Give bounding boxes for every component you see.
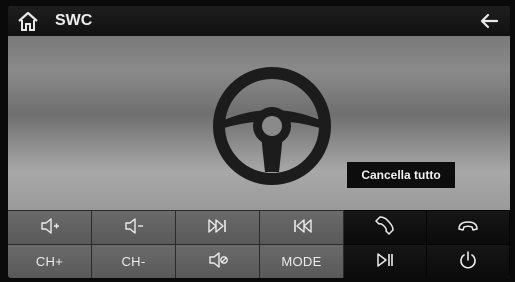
home-icon[interactable] [16, 10, 40, 32]
mode-label: MODE [281, 254, 322, 269]
channel-down-key[interactable]: CH- [92, 244, 176, 278]
main-area: Cancella tutto [8, 36, 510, 210]
phone-hangup-icon [457, 216, 479, 239]
power-icon [457, 250, 479, 273]
clear-all-button[interactable]: Cancella tutto [347, 162, 455, 188]
mute-key[interactable] [176, 244, 260, 278]
page-title: SWC [55, 12, 93, 29]
mute-icon [207, 250, 229, 273]
power-key[interactable] [427, 244, 510, 278]
volume-up-icon [39, 216, 61, 239]
volume-down-icon [123, 216, 145, 239]
channel-up-label: CH+ [35, 254, 64, 269]
swc-screen: SWC Cancella tutto CH+ CH- MODE [8, 6, 510, 278]
back-arrow-icon[interactable] [478, 10, 500, 32]
phone-hangup-key[interactable] [427, 210, 510, 244]
volume-up-key[interactable] [8, 210, 92, 244]
mode-key[interactable]: MODE [260, 244, 344, 278]
play-pause-key[interactable] [344, 244, 427, 278]
phone-answer-icon [374, 216, 396, 239]
top-bar: SWC [8, 6, 510, 36]
next-track-key[interactable] [176, 210, 260, 244]
channel-up-key[interactable]: CH+ [8, 244, 92, 278]
previous-track-icon [291, 216, 313, 239]
steering-wheel-icon [210, 64, 334, 188]
play-pause-icon [374, 250, 396, 273]
previous-track-key[interactable] [260, 210, 344, 244]
swc-key-grid: CH+ CH- MODE [8, 210, 510, 278]
channel-down-label: CH- [121, 254, 146, 269]
next-track-icon [207, 216, 229, 239]
volume-down-key[interactable] [92, 210, 176, 244]
phone-answer-key[interactable] [344, 210, 427, 244]
